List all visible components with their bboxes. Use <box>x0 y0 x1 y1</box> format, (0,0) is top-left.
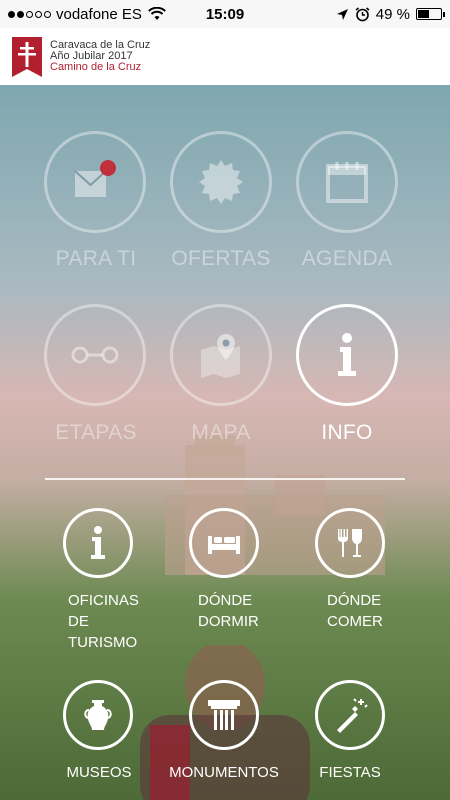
donde-dormir-label: DÓNDE DORMIR <box>198 592 259 630</box>
menu-etapas-button[interactable] <box>44 304 146 406</box>
fork-glass-icon <box>338 529 362 557</box>
signal-strength-icon <box>8 10 51 18</box>
menu-label-para-ti: PARA TI <box>55 247 137 270</box>
app-header: Caravaca de la Cruz Año Jubilar 2017 Cam… <box>0 28 450 85</box>
museos-button[interactable] <box>63 680 133 750</box>
map-pin-icon <box>201 334 240 378</box>
menu-label-ofertas: OFERTAS <box>171 247 271 270</box>
wifi-icon <box>148 7 166 20</box>
firework-icon <box>337 698 368 733</box>
battery-percent: 49 % <box>375 5 410 23</box>
donde-comer-button[interactable] <box>315 508 385 578</box>
fiestas-button[interactable] <box>315 680 385 750</box>
menu-label-etapas: ETAPAS <box>55 421 137 444</box>
menu-info-button[interactable] <box>296 304 398 406</box>
badge-seal-icon <box>199 160 243 204</box>
alarm-clock-icon <box>355 6 370 21</box>
caravaca-cross-logo <box>12 36 42 77</box>
status-bar: vodafone ES 15:09 49 % <box>0 0 450 28</box>
menu-label-agenda: AGENDA <box>301 247 393 270</box>
menu-mapa-button[interactable] <box>170 304 272 406</box>
column-icon <box>208 700 240 730</box>
menu-agenda-button[interactable] <box>296 131 398 233</box>
brand-line-3: Camino de la Cruz <box>50 61 142 73</box>
vase-icon <box>84 700 112 730</box>
menu-label-mapa: MAPA <box>191 421 251 444</box>
battery-icon <box>416 8 445 20</box>
oficinas-turismo-button[interactable] <box>63 508 133 578</box>
donde-dormir-button[interactable] <box>189 508 259 578</box>
info-icon <box>91 526 105 559</box>
mail-notification-icon <box>74 160 116 197</box>
menu-para-ti-button[interactable] <box>44 131 146 233</box>
location-arrow-icon <box>336 8 348 20</box>
bed-icon <box>208 536 240 554</box>
route-stages-icon <box>71 346 119 364</box>
oficinas-turismo-label: OFICINAS DE TURISMO <box>68 592 139 651</box>
menu-ofertas-button[interactable] <box>170 131 272 233</box>
section-divider <box>45 478 405 480</box>
monumentos-label: MONUMENTOS <box>169 764 279 781</box>
carrier-name: vodafone ES <box>56 5 142 23</box>
brand-text: Caravaca de la Cruz Año Jubilar 2017 Cam… <box>50 40 150 73</box>
menu-label-info: INFO <box>321 421 373 444</box>
calendar-icon <box>326 162 368 203</box>
fiestas-label: FIESTAS <box>319 764 381 781</box>
info-icon <box>338 333 356 376</box>
donde-comer-label: DÓNDE COMER <box>327 592 383 630</box>
museos-label: MUSEOS <box>66 764 132 781</box>
monumentos-button[interactable] <box>189 680 259 750</box>
